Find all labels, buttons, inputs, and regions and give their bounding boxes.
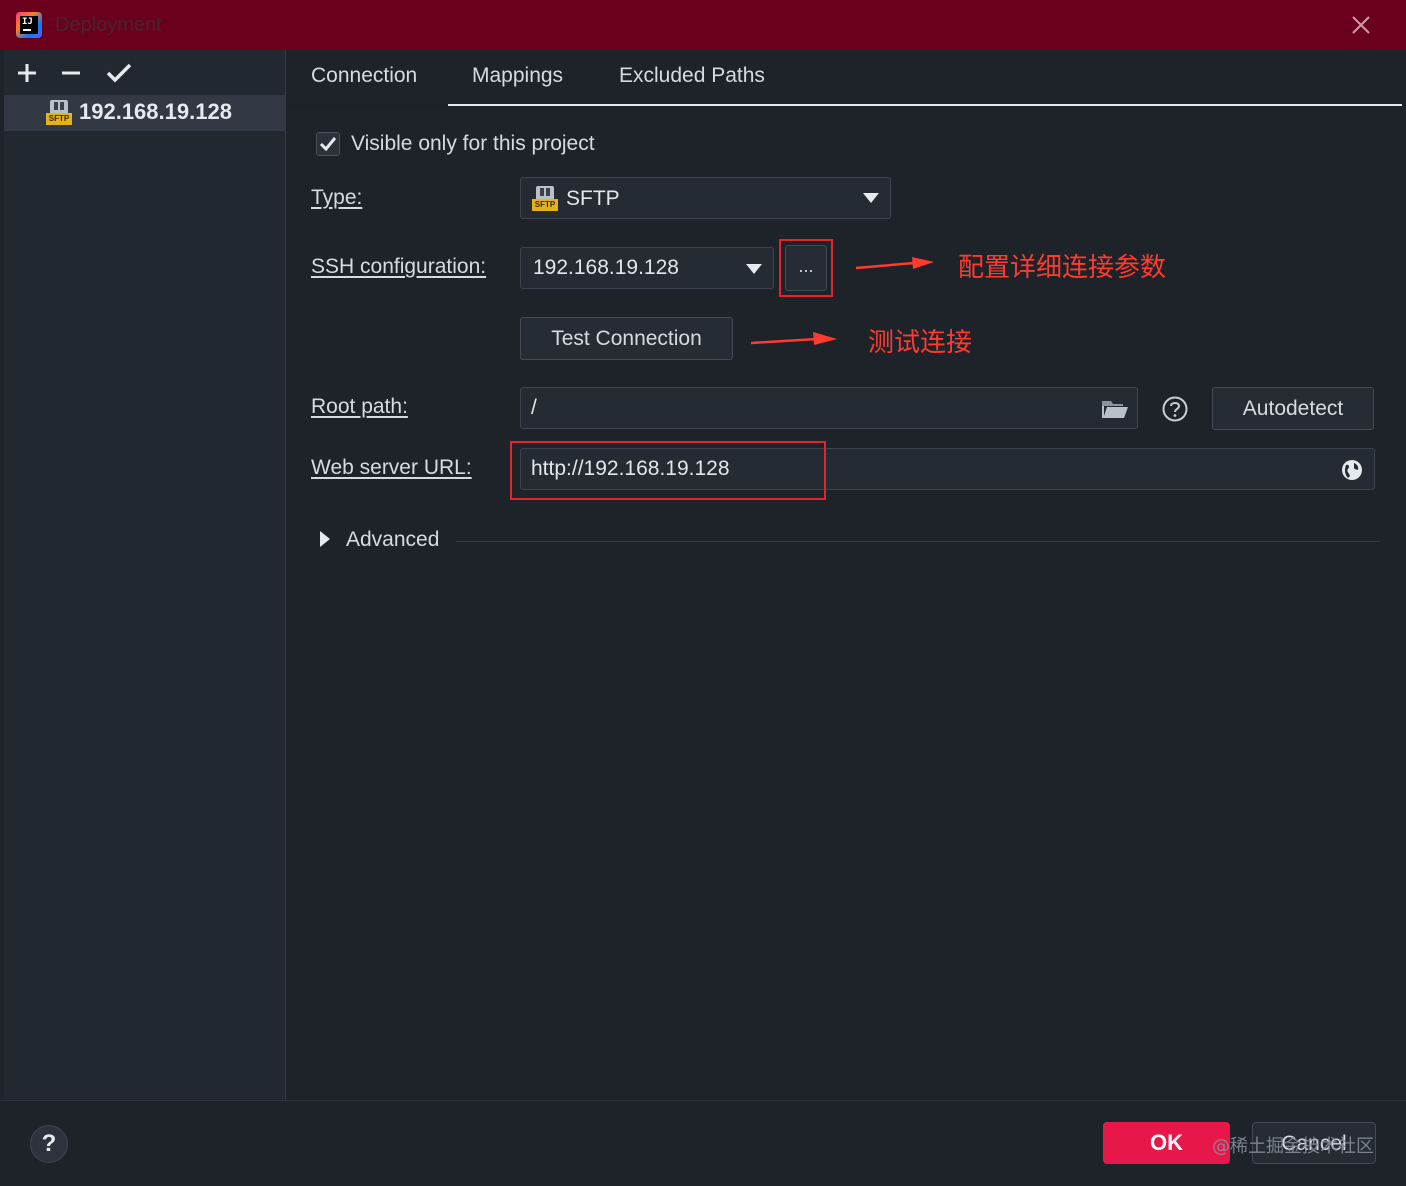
intellij-logo-icon: IJ (16, 12, 42, 38)
tab-excluded-paths[interactable]: Excluded Paths (619, 64, 765, 88)
close-icon (1352, 16, 1370, 34)
server-list-panel: SFTP 192.168.19.128 (4, 50, 286, 1100)
ssh-configuration-label: SSH configuration: (311, 255, 487, 278)
highlight-box-ssh (779, 239, 833, 297)
tab-bar: Connection Mappings Excluded Paths (288, 52, 1402, 108)
window-title: Deployment (55, 14, 162, 36)
globe-icon[interactable] (1341, 459, 1363, 481)
folder-icon[interactable] (1101, 398, 1129, 420)
type-label: Type: (311, 186, 363, 209)
title-bar: IJ Deployment (0, 0, 1406, 50)
ssh-configuration-value: 192.168.19.128 (533, 256, 679, 279)
annotation-arrow (751, 332, 837, 345)
web-server-url-label: Web server URL: (311, 456, 472, 479)
plus-icon (18, 64, 36, 82)
help-icon[interactable] (1162, 396, 1188, 422)
test-connection-button[interactable]: Test Connection (520, 317, 733, 360)
chevron-down-icon (746, 264, 762, 274)
sftp-icon: SFTP (46, 100, 72, 126)
chevron-down-icon (863, 193, 879, 203)
add-server-button[interactable] (12, 58, 42, 88)
ssh-annotation: 配置详细连接参数 (958, 252, 1167, 282)
type-dropdown[interactable]: SFTP SFTP (520, 177, 891, 219)
sftp-icon: SFTP (532, 186, 558, 212)
root-path-value: / (531, 396, 537, 419)
visible-only-checkbox[interactable] (316, 132, 340, 156)
minus-icon (62, 71, 80, 75)
tab-connection[interactable]: Connection (311, 64, 417, 88)
visible-only-label: Visible only for this project (351, 132, 595, 155)
server-name: 192.168.19.128 (79, 99, 232, 124)
annotation-arrow (856, 257, 934, 270)
tab-mappings[interactable]: Mappings (472, 64, 563, 88)
root-path-input[interactable]: / (520, 387, 1138, 429)
checkmark-icon (106, 63, 132, 83)
test-connection-annotation: 测试连接 (868, 327, 973, 357)
advanced-toggle[interactable]: Advanced (346, 528, 439, 552)
type-value: SFTP (566, 187, 620, 210)
server-list-item[interactable]: SFTP 192.168.19.128 (4, 95, 286, 131)
advanced-separator (456, 541, 1380, 542)
remove-server-button[interactable] (56, 58, 86, 88)
set-default-button[interactable] (104, 58, 134, 88)
active-tab-indicator (288, 104, 448, 108)
root-path-label: Root path: (311, 395, 408, 418)
autodetect-button[interactable]: Autodetect (1212, 387, 1374, 430)
highlight-box-url (510, 441, 826, 500)
ok-button[interactable]: OK (1103, 1122, 1230, 1164)
help-button[interactable]: ? (30, 1125, 68, 1163)
close-button[interactable] (1346, 10, 1376, 40)
expand-triangle-icon[interactable] (320, 531, 332, 547)
checkmark-icon (319, 137, 337, 152)
ssh-configuration-dropdown[interactable]: 192.168.19.128 (520, 247, 774, 289)
watermark: @稀土掘金技术社区 (1212, 1136, 1374, 1157)
